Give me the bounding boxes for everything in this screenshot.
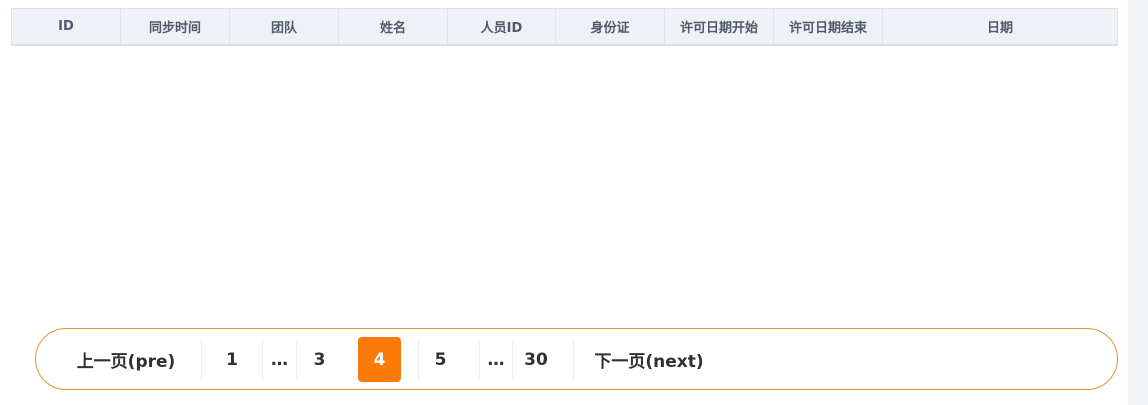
prev-page-button[interactable]: 上一页(pre): [51, 337, 201, 382]
column-header-name[interactable]: 姓名: [339, 9, 448, 44]
next-page-button[interactable]: 下一页(next): [574, 337, 724, 382]
column-header-id[interactable]: ID: [12, 9, 121, 44]
column-header-date[interactable]: 日期: [883, 9, 1117, 44]
pagination-ellipsis: …: [487, 349, 505, 370]
pagination-ellipsis: …: [271, 349, 288, 370]
page-button-5[interactable]: 5: [419, 337, 462, 382]
scrollbar-track[interactable]: [1128, 0, 1148, 405]
column-header-team[interactable]: 团队: [230, 9, 339, 44]
data-table-header: ID 同步时间 团队 姓名 人员ID 身份证 许可日期开始 许可日期结束 日期: [11, 8, 1118, 46]
column-header-person-id[interactable]: 人员ID: [448, 9, 556, 44]
content-panel: ID 同步时间 团队 姓名 人员ID 身份证 许可日期开始 许可日期结束 日期 …: [0, 0, 1128, 405]
page-button-30[interactable]: 30: [513, 337, 559, 382]
pagination-bar: 上一页(pre) 1 … 3 4 5 … 30 下一页(next): [35, 328, 1118, 390]
column-header-license-end[interactable]: 许可日期结束: [774, 9, 883, 44]
page-button-1[interactable]: 1: [202, 337, 262, 382]
column-header-id-card[interactable]: 身份证: [556, 9, 665, 44]
page-button-3[interactable]: 3: [297, 337, 342, 382]
page-button-4-current[interactable]: 4: [358, 337, 401, 382]
column-header-license-start[interactable]: 许可日期开始: [665, 9, 774, 44]
column-header-sync-time[interactable]: 同步时间: [121, 9, 230, 44]
